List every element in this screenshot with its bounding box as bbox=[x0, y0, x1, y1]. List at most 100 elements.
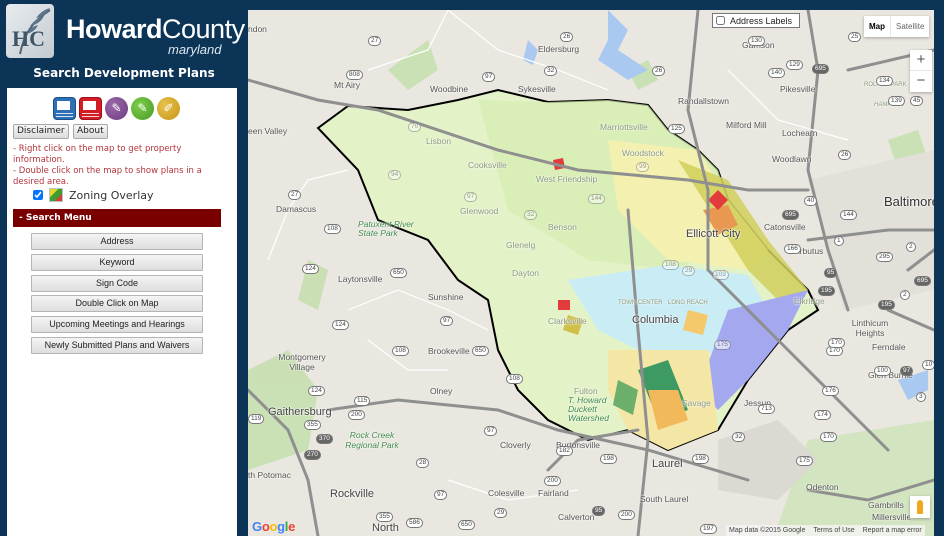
route-shield: 100 bbox=[874, 366, 891, 376]
interstate-shield: 695 bbox=[812, 64, 829, 74]
address-labels-checkbox[interactable] bbox=[716, 16, 725, 25]
route-shield: 94 bbox=[388, 170, 402, 180]
district-label: LONG REACH bbox=[668, 300, 708, 306]
interstate-shield: 695 bbox=[914, 276, 931, 286]
map-canvas[interactable]: ndon Mt Airy Woodbine Eldersburg Sykesvi… bbox=[248, 10, 934, 536]
blue-window-icon[interactable] bbox=[53, 97, 76, 120]
route-shield: 25 bbox=[848, 32, 862, 42]
interstate-shield: 695 bbox=[782, 210, 799, 220]
route-shield: 140 bbox=[768, 68, 785, 78]
map-type-map-button[interactable]: Map bbox=[864, 16, 890, 37]
about-button[interactable]: About bbox=[73, 124, 108, 139]
route-shield: 295 bbox=[876, 252, 893, 262]
svg-text:HC: HC bbox=[12, 26, 45, 51]
route-shield: 108 bbox=[324, 224, 341, 234]
route-shield: 200 bbox=[618, 510, 635, 520]
route-shield: 175 bbox=[714, 340, 731, 350]
double-click-map-button[interactable]: Double Click on Map bbox=[31, 295, 203, 312]
route-shield: 108 bbox=[392, 346, 409, 356]
route-shield: 32 bbox=[544, 66, 558, 76]
place-label: Randallstown bbox=[678, 96, 730, 106]
place-label: Marriottsville bbox=[600, 122, 648, 132]
route-shield: 103 bbox=[712, 270, 729, 280]
purple-eraser-icon[interactable]: ✎ bbox=[105, 97, 128, 120]
search-address-button[interactable]: Address bbox=[31, 233, 203, 250]
route-shield: 97 bbox=[464, 192, 478, 202]
place-label: Pikesville bbox=[780, 84, 816, 94]
place-label: Calverton bbox=[558, 512, 595, 522]
place-label: Milford Mill bbox=[726, 120, 767, 130]
search-keyword-button[interactable]: Keyword bbox=[31, 254, 203, 271]
google-logo-letter: o bbox=[269, 519, 278, 534]
route-shield: 32 bbox=[732, 432, 746, 442]
route-shield: 713 bbox=[758, 404, 775, 414]
interstate-shield: 195 bbox=[818, 286, 835, 296]
place-label: South Laurel bbox=[640, 494, 689, 504]
right-click-hint: - Right click on the map to get property… bbox=[13, 144, 182, 165]
route-shield: 197 bbox=[700, 524, 717, 534]
brand-subtitle: maryland bbox=[168, 42, 222, 57]
route-shield: 182 bbox=[556, 446, 573, 456]
route-shield: 175 bbox=[796, 456, 813, 466]
place-label: ndon bbox=[248, 24, 267, 34]
place-label: Laurel bbox=[652, 458, 683, 470]
route-shield: 808 bbox=[346, 70, 363, 80]
place-label: Clarksville bbox=[548, 316, 587, 326]
place-label: Cloverly bbox=[500, 440, 531, 450]
zoning-overlay-row: Zoning Overlay bbox=[33, 188, 154, 202]
upcoming-meetings-button[interactable]: Upcoming Meetings and Hearings bbox=[31, 316, 203, 333]
search-menu-header[interactable]: - Search Menu bbox=[13, 209, 221, 227]
interstate-shield: 95 bbox=[592, 506, 606, 516]
report-map-error-link[interactable]: Report a map error bbox=[863, 525, 922, 536]
route-shield: 586 bbox=[406, 518, 423, 528]
newly-submitted-plans-button[interactable]: Newly Submitted Plans and Waivers bbox=[31, 337, 203, 354]
route-shield: 166 bbox=[784, 244, 801, 254]
green-eraser-icon[interactable]: ✎ bbox=[131, 97, 154, 120]
zoning-overlay-checkbox[interactable] bbox=[33, 190, 43, 200]
place-label: th Potomac bbox=[248, 470, 291, 480]
route-shield: 174 bbox=[814, 410, 831, 420]
place-label: Eldersburg bbox=[538, 44, 580, 54]
disclaimer-button[interactable]: Disclaimer bbox=[13, 124, 69, 139]
zoom-out-button[interactable]: − bbox=[910, 71, 932, 92]
google-logo-letter: e bbox=[288, 519, 296, 534]
route-shield: 108 bbox=[662, 260, 679, 270]
brand-name: HowardCounty bbox=[66, 14, 245, 44]
map-type-satellite-button[interactable]: Satellite bbox=[890, 16, 929, 37]
route-shield: 176 bbox=[822, 386, 839, 396]
place-label: Savage bbox=[682, 398, 711, 408]
county-logo[interactable]: HC bbox=[6, 4, 54, 58]
search-sign-code-button[interactable]: Sign Code bbox=[31, 275, 203, 292]
route-shield: 27 bbox=[288, 190, 302, 200]
app-root: HC HowardCounty maryland Search Developm… bbox=[0, 0, 944, 536]
route-shield: 97 bbox=[440, 316, 454, 326]
place-label: een Valley bbox=[248, 126, 288, 136]
street-view-pegman-icon[interactable] bbox=[910, 496, 930, 518]
brand-name-light: County bbox=[162, 14, 245, 44]
route-shield: 124 bbox=[332, 320, 349, 330]
route-shield: 29 bbox=[494, 508, 508, 518]
google-logo-letter: g bbox=[277, 519, 285, 534]
zoom-in-button[interactable]: + bbox=[910, 50, 932, 71]
place-label: Woodstock bbox=[622, 148, 664, 158]
red-window-icon[interactable] bbox=[79, 97, 102, 120]
place-label: Olney bbox=[430, 386, 453, 396]
interstate-shield: 270 bbox=[304, 450, 321, 460]
place-label: Cooksville bbox=[468, 160, 507, 170]
place-label: Laytonsville bbox=[338, 274, 383, 284]
route-shield: 29 bbox=[682, 266, 696, 276]
place-label: Gaithersburg bbox=[268, 406, 332, 418]
place-label: Damascus bbox=[276, 204, 317, 214]
route-shield: 10 bbox=[922, 360, 934, 370]
route-shield: 650 bbox=[458, 520, 475, 530]
place-label: Brookeville bbox=[428, 346, 470, 356]
route-shield: 650 bbox=[472, 346, 489, 356]
gold-pen-icon[interactable]: ✐ bbox=[157, 97, 180, 120]
place-label: Ellicott City bbox=[686, 228, 741, 240]
district-label: TOWN CENTER bbox=[618, 300, 663, 306]
route-shield: 129 bbox=[786, 60, 803, 70]
double-click-hint: - Double click on the map to show plans … bbox=[13, 166, 202, 187]
terms-of-use-link[interactable]: Terms of Use bbox=[813, 525, 854, 536]
route-shield: 2 bbox=[900, 290, 910, 300]
address-labels-toggle[interactable]: Address Labels bbox=[712, 13, 800, 28]
